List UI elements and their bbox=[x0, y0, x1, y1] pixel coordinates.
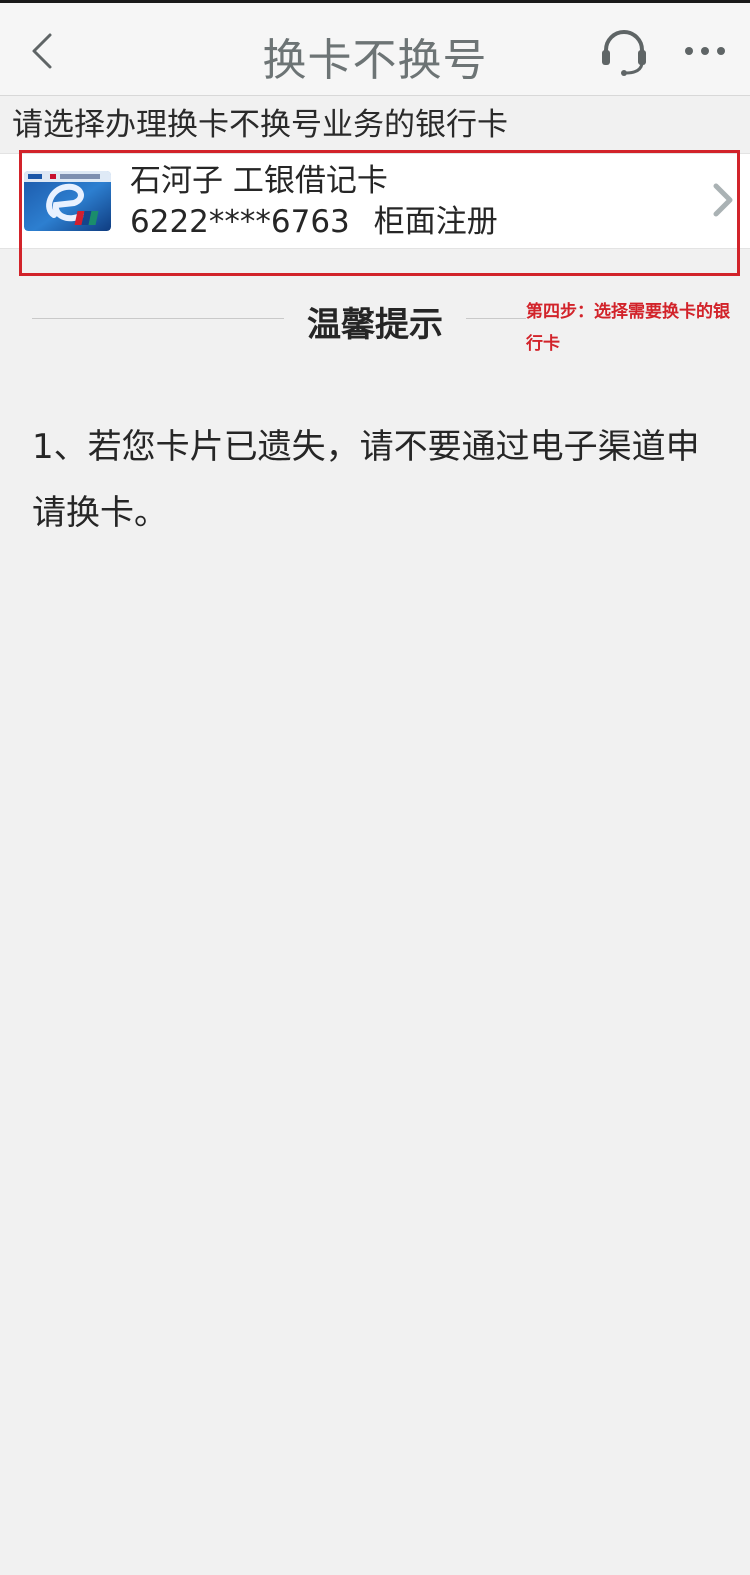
header-bar: 换卡不换号 bbox=[0, 3, 750, 96]
more-button[interactable] bbox=[682, 39, 728, 63]
chevron-right-icon[interactable] bbox=[708, 180, 738, 220]
tips-divider-right bbox=[466, 318, 526, 319]
card-title: 石河子 工银借记卡 bbox=[130, 159, 388, 203]
bank-card-row[interactable]: 石河子 工银借记卡 6222****6763 柜面注册 bbox=[0, 153, 750, 249]
bank-card-icon bbox=[24, 171, 111, 231]
card-type: 工银借记卡 bbox=[232, 163, 388, 199]
select-card-hint: 请选择办理换卡不换号业务的银行卡 bbox=[12, 107, 508, 143]
card-region: 石河子 bbox=[130, 163, 223, 199]
tips-divider-left bbox=[32, 318, 284, 319]
card-status: 柜面注册 bbox=[373, 204, 498, 240]
card-number: 6222****6763 bbox=[130, 204, 350, 240]
annotation-step-text: 第四步：选择需要换卡的银行卡 bbox=[526, 302, 730, 354]
tips-title: 温馨提示 bbox=[307, 305, 443, 345]
customer-service-button[interactable] bbox=[596, 23, 652, 79]
headset-icon bbox=[602, 30, 646, 76]
tip-item-1: 1、若您卡片已遗失，请不要通过电子渠道申请换卡。 bbox=[32, 427, 700, 533]
card-details: 6222****6763 柜面注册 bbox=[130, 200, 498, 244]
more-icon bbox=[685, 47, 725, 55]
